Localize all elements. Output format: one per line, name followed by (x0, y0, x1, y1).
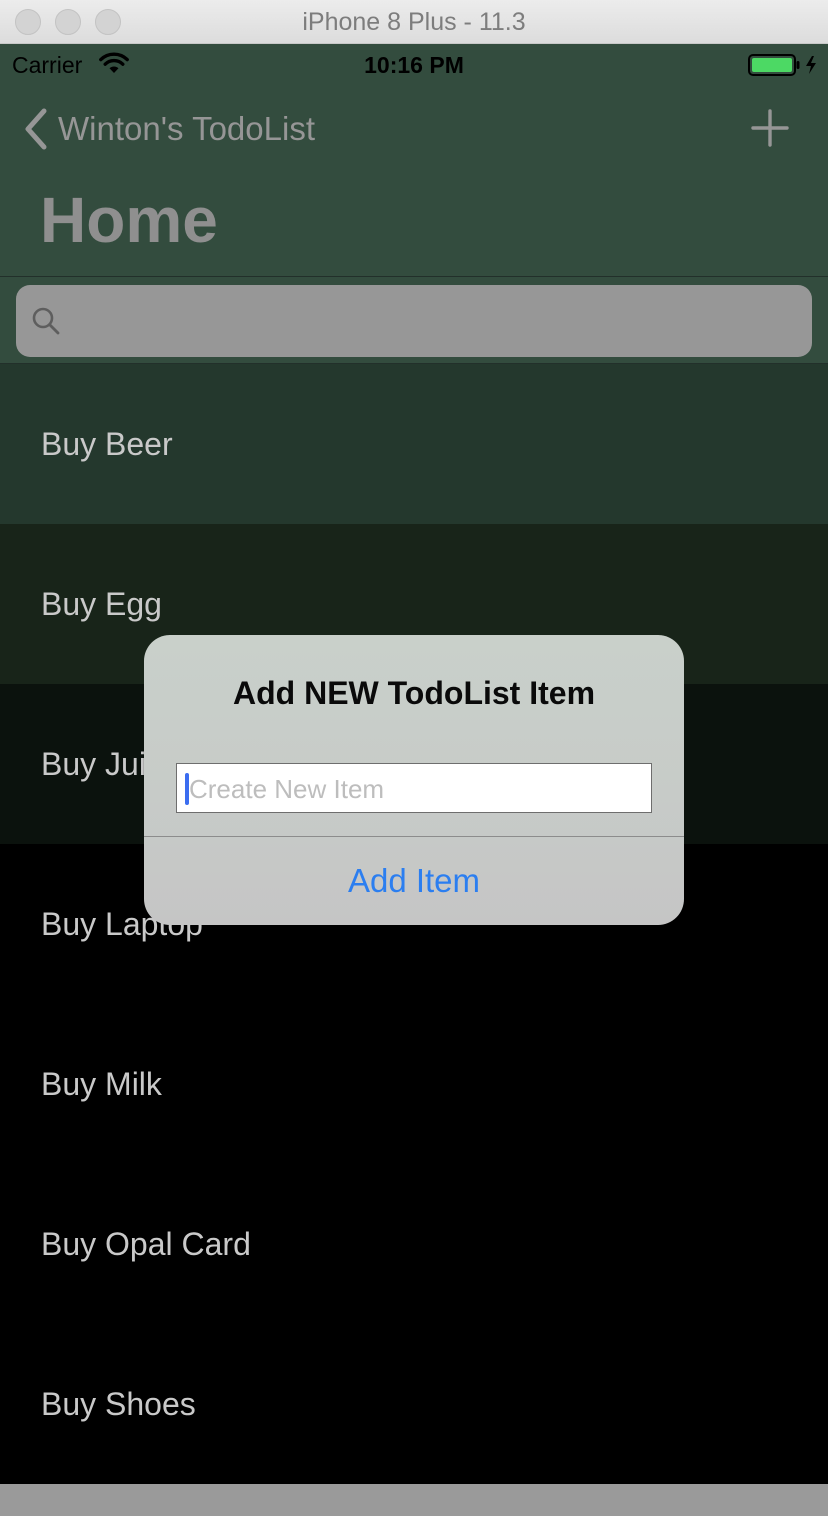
back-button-label: Winton's TodoList (58, 110, 315, 147)
back-button[interactable]: Winton's TodoList (22, 106, 315, 152)
list-item[interactable]: Buy Beer (0, 364, 828, 524)
list-item[interactable]: Buy Shoes (0, 1324, 828, 1484)
add-item-alert: Add NEW TodoList Item Add Item (144, 635, 684, 925)
status-time: 10:16 PM (364, 52, 464, 78)
alert-text-field[interactable] (176, 763, 652, 814)
device-screen: Carrier 10:16 PM Winton's TodoList Home … (0, 44, 828, 1484)
list-item-label: Buy Opal Card (41, 1225, 251, 1262)
plus-icon[interactable] (750, 108, 790, 148)
search-input[interactable] (72, 299, 796, 345)
list-item-label: Buy Milk (41, 1065, 162, 1102)
list-item[interactable]: Buy Opal Card (0, 1164, 828, 1324)
search-field[interactable] (16, 285, 812, 357)
alert-title: Add NEW TodoList Item (232, 675, 596, 711)
new-item-input[interactable] (187, 764, 651, 814)
search-bar (0, 276, 828, 364)
window-title-bar: iPhone 8 Plus - 11.3 (0, 0, 828, 44)
simulator-window: iPhone 8 Plus - 11.3 Carrier 10:16 PM Wi (0, 0, 828, 1516)
bottom-bezel (0, 1484, 828, 1516)
battery-charging-icon (748, 54, 816, 76)
search-icon (32, 307, 60, 335)
add-item-button[interactable]: Add Item (144, 837, 684, 925)
list-item[interactable]: Buy Milk (0, 1004, 828, 1164)
list-item-label: Buy Shoes (41, 1385, 196, 1422)
page-title: Home (40, 184, 218, 256)
list-item-label: Buy Egg (41, 585, 162, 622)
window-title: iPhone 8 Plus - 11.3 (302, 8, 526, 36)
chevron-left-icon (25, 108, 47, 150)
navigation-bar: Carrier 10:16 PM Winton's TodoList Home (0, 44, 828, 276)
list-item-label: Buy Beer (41, 425, 173, 462)
